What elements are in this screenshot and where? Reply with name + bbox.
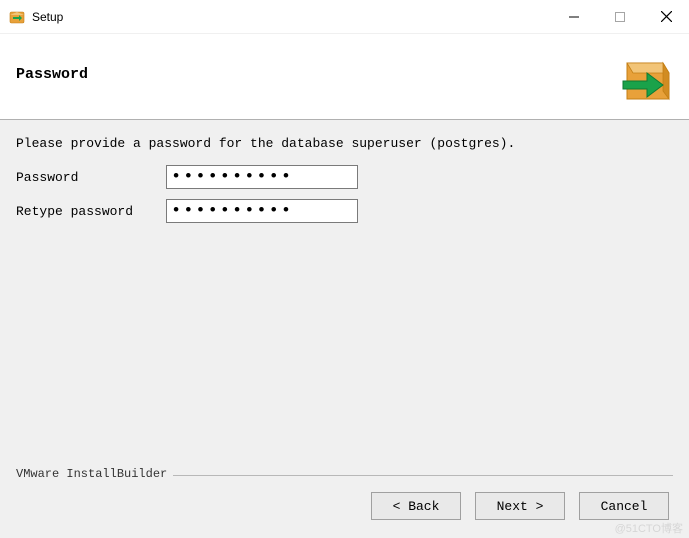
password-label: Password bbox=[16, 170, 166, 185]
cancel-button[interactable]: Cancel bbox=[579, 492, 669, 520]
next-button[interactable]: Next > bbox=[475, 492, 565, 520]
builder-label: VMware InstallBuilder bbox=[16, 467, 173, 481]
window-controls bbox=[551, 0, 689, 33]
wizard-header: Password bbox=[0, 34, 689, 120]
button-row: < Back Next > Cancel bbox=[16, 492, 673, 520]
titlebar: Setup bbox=[0, 0, 689, 34]
maximize-button bbox=[597, 0, 643, 33]
wizard-footer: VMware InstallBuilder < Back Next > Canc… bbox=[0, 470, 689, 538]
password-input[interactable] bbox=[166, 165, 358, 189]
back-button[interactable]: < Back bbox=[371, 492, 461, 520]
wizard-content: Please provide a password for the databa… bbox=[0, 120, 689, 470]
retype-password-row: Retype password bbox=[16, 199, 673, 223]
app-icon bbox=[8, 8, 26, 26]
window-title: Setup bbox=[32, 10, 63, 24]
close-button[interactable] bbox=[643, 0, 689, 33]
retype-password-input[interactable] bbox=[166, 199, 358, 223]
minimize-button[interactable] bbox=[551, 0, 597, 33]
retype-password-label: Retype password bbox=[16, 204, 166, 219]
page-title: Password bbox=[16, 66, 88, 83]
footer-separator: VMware InstallBuilder bbox=[16, 470, 673, 480]
setup-window: Setup Password Please provide a pa bbox=[0, 0, 689, 538]
password-row: Password bbox=[16, 165, 673, 189]
installer-box-icon bbox=[617, 49, 673, 105]
instruction-text: Please provide a password for the databa… bbox=[16, 136, 673, 151]
